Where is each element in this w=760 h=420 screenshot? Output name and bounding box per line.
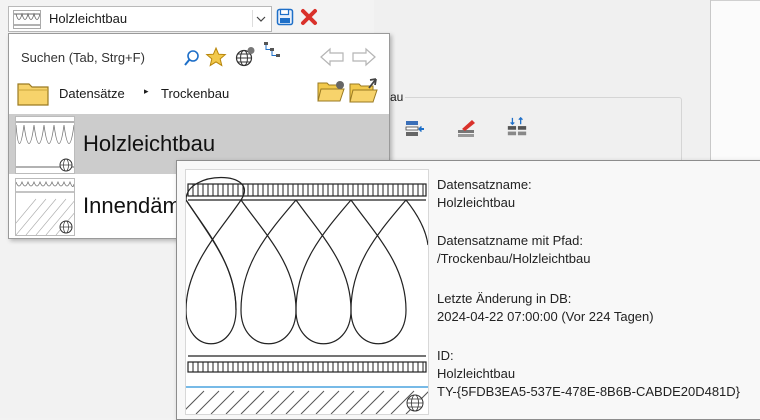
- save-icon[interactable]: [275, 7, 295, 27]
- globe-settings-icon[interactable]: [234, 46, 256, 68]
- globe-icon: [406, 394, 424, 412]
- background-lower-area: [0, 240, 178, 418]
- layer-sort-icon[interactable]: [506, 116, 528, 138]
- insulation-thumbnail: [13, 10, 41, 29]
- back-arrow-icon[interactable]: [319, 46, 345, 68]
- list-item-label: Holzleichtbau: [83, 131, 216, 156]
- favorite-star-icon[interactable]: [205, 46, 227, 68]
- delete-x-icon[interactable]: [299, 7, 319, 27]
- layer-edit-icon[interactable]: [456, 118, 478, 140]
- combobox-value: Holzleichtbau: [49, 11, 128, 26]
- tooltip-name-value: Holzleichtbau: [437, 195, 516, 210]
- innendaemmung-thumbnail: [15, 178, 75, 236]
- breadcrumb-root[interactable]: Datensätze: [59, 86, 125, 101]
- breadcrumb-separator: ▸: [144, 86, 149, 96]
- open-folder-icon[interactable]: [316, 79, 346, 105]
- tooltip-id-value: TY-{5FDB3EA5-537E-478E-8B6B-CABDE20D481D…: [437, 384, 741, 399]
- tooltip-id-name: Holzleichtbau: [437, 366, 516, 381]
- tooltip-modified-label: Letzte Änderung in DB:: [437, 291, 572, 306]
- search-label[interactable]: Suchen (Tab, Strg+F): [21, 50, 145, 65]
- tooltip-id-label: ID:: [437, 348, 454, 363]
- holzleichtbau-thumbnail: [15, 116, 75, 174]
- dataset-tooltip: Datensatzname: Holzleichtbau Datensatzna…: [176, 160, 760, 420]
- tree-view-icon[interactable]: [262, 40, 284, 62]
- background-divider: [711, 0, 760, 1]
- tooltip-path-label: Datensatzname mit Pfad:: [437, 233, 583, 248]
- dataset-combobox[interactable]: Holzleichtbau: [8, 6, 272, 32]
- folder-icon: [17, 80, 49, 109]
- search-icon[interactable]: [181, 47, 203, 69]
- tooltip-name-label: Datensatzname:: [437, 177, 532, 192]
- tooltip-path-value: /Trockenbau/Holzleichtbau: [437, 251, 591, 266]
- construction-preview-image: [185, 169, 429, 415]
- folder-upload-icon[interactable]: [348, 76, 380, 104]
- tooltip-modified-value: 2024-04-22 07:00:00 (Vor 224 Tagen): [437, 309, 654, 324]
- forward-arrow-icon[interactable]: [351, 46, 377, 68]
- breadcrumb-current[interactable]: Trockenbau: [161, 86, 229, 101]
- layer-insert-icon[interactable]: [404, 118, 426, 140]
- chevron-down-icon[interactable]: [252, 10, 269, 27]
- background-group-label: au: [388, 90, 406, 104]
